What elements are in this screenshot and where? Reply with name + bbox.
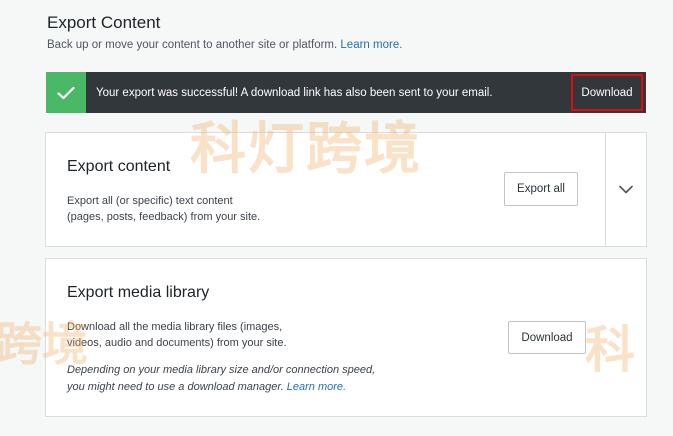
media-download-button[interactable]: Download [508, 321, 586, 354]
export-media-note-text: you might need to use a download manager… [67, 381, 287, 393]
success-notice: Your export was successful! A download l… [46, 72, 646, 113]
export-media-note-line: Depending on your media library size and… [67, 364, 376, 376]
export-content-description-line: Export all (or specific) text content [67, 195, 233, 207]
chevron-down-icon [619, 185, 633, 194]
notice-icon-container [46, 72, 86, 113]
expand-toggle[interactable] [605, 133, 646, 246]
export-media-note-line: you might need to use a download manager… [67, 379, 397, 396]
export-content-title: Export content [67, 158, 171, 175]
export-content-description: Export all (or specific) text content (p… [67, 193, 327, 225]
page-title: Export Content [47, 13, 161, 32]
export-content-description-line: (pages, posts, feedback) from your site. [67, 211, 261, 223]
notice-message: Your export was successful! A download l… [96, 86, 493, 99]
checkmark-icon [57, 86, 75, 99]
export-media-description-line: Download all the media library files (im… [67, 321, 283, 333]
media-learn-more-link[interactable]: Learn more. [287, 381, 346, 393]
export-all-button[interactable]: Export all [504, 172, 578, 206]
page-description: Back up or move your content to another … [47, 39, 402, 51]
export-media-description-line: videos, audio and documents) from your s… [67, 337, 287, 349]
export-media-description: Download all the media library files (im… [67, 319, 397, 351]
page-description-text: Back up or move your content to another … [47, 39, 341, 51]
export-media-note: Depending on your media library size and… [67, 362, 397, 396]
learn-more-link[interactable]: Learn more. [340, 39, 402, 51]
export-media-title: Export media library [67, 284, 210, 301]
notice-download-button[interactable]: Download [571, 74, 643, 111]
export-media-card: Export media library Download all the me… [45, 258, 647, 417]
export-content-card: Export content Export all (or specific) … [45, 132, 647, 247]
